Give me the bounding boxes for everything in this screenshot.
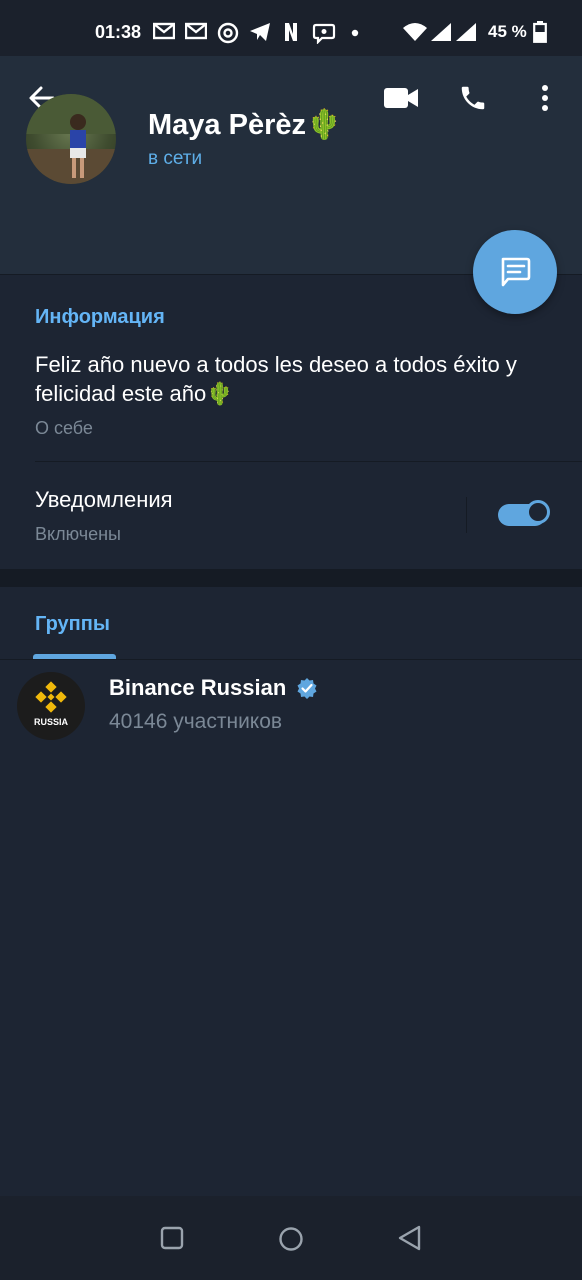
telegram-icon bbox=[250, 23, 270, 41]
verified-badge-icon bbox=[297, 678, 317, 699]
online-status: в сети bbox=[148, 148, 203, 169]
group-name: Binance Russian bbox=[109, 675, 287, 700]
status-time: 01:38 bbox=[95, 22, 142, 42]
group-avatar-text: RUSSIA bbox=[33, 717, 68, 727]
divider bbox=[466, 497, 467, 533]
notifications-toggle[interactable] bbox=[498, 500, 550, 526]
message-button[interactable] bbox=[473, 230, 557, 314]
system-nav-bar bbox=[0, 1196, 582, 1280]
wifi-icon bbox=[403, 23, 427, 41]
message-icon bbox=[501, 257, 531, 287]
signal-icon bbox=[456, 23, 476, 41]
netflix-icon bbox=[285, 23, 297, 41]
recents-square-icon[interactable] bbox=[160, 1226, 184, 1250]
dot-icon bbox=[351, 29, 359, 37]
more-vertical-icon[interactable] bbox=[539, 84, 551, 112]
back-triangle-icon[interactable] bbox=[397, 1225, 423, 1251]
divider bbox=[0, 659, 582, 660]
binance-logo-icon bbox=[35, 681, 67, 713]
tab-groups[interactable]: Группы bbox=[35, 613, 110, 636]
phone-icon[interactable] bbox=[458, 83, 488, 113]
profile-name: Maya Pèrèz🌵 bbox=[148, 109, 343, 141]
avatar[interactable] bbox=[26, 94, 116, 184]
toggle-knob bbox=[526, 500, 550, 524]
avatar-photo bbox=[26, 94, 116, 184]
gmail-icon bbox=[153, 22, 175, 40]
battery-icon bbox=[533, 21, 547, 43]
at-icon bbox=[217, 22, 239, 44]
notifications-status: Включены bbox=[35, 524, 121, 544]
gmail-icon bbox=[185, 22, 207, 40]
status-bar: 01:38 45 % bbox=[0, 0, 582, 56]
notifications-title[interactable]: Уведомления bbox=[35, 487, 173, 513]
info-section-title: Информация bbox=[35, 306, 165, 328]
video-call-icon[interactable] bbox=[383, 86, 419, 110]
bio-text[interactable]: Feliz año nuevo a todos les deseo a todo… bbox=[35, 350, 555, 408]
bio-label: О себе bbox=[35, 418, 93, 438]
section-gap bbox=[0, 569, 582, 587]
battery-percent: 45 % bbox=[488, 22, 527, 41]
group-avatar: RUSSIA bbox=[17, 672, 85, 740]
viber-icon bbox=[312, 23, 336, 44]
group-members-count: 40146 участников bbox=[109, 710, 283, 733]
divider bbox=[35, 461, 582, 462]
home-circle-icon[interactable] bbox=[278, 1226, 304, 1252]
signal-icon bbox=[431, 23, 451, 41]
